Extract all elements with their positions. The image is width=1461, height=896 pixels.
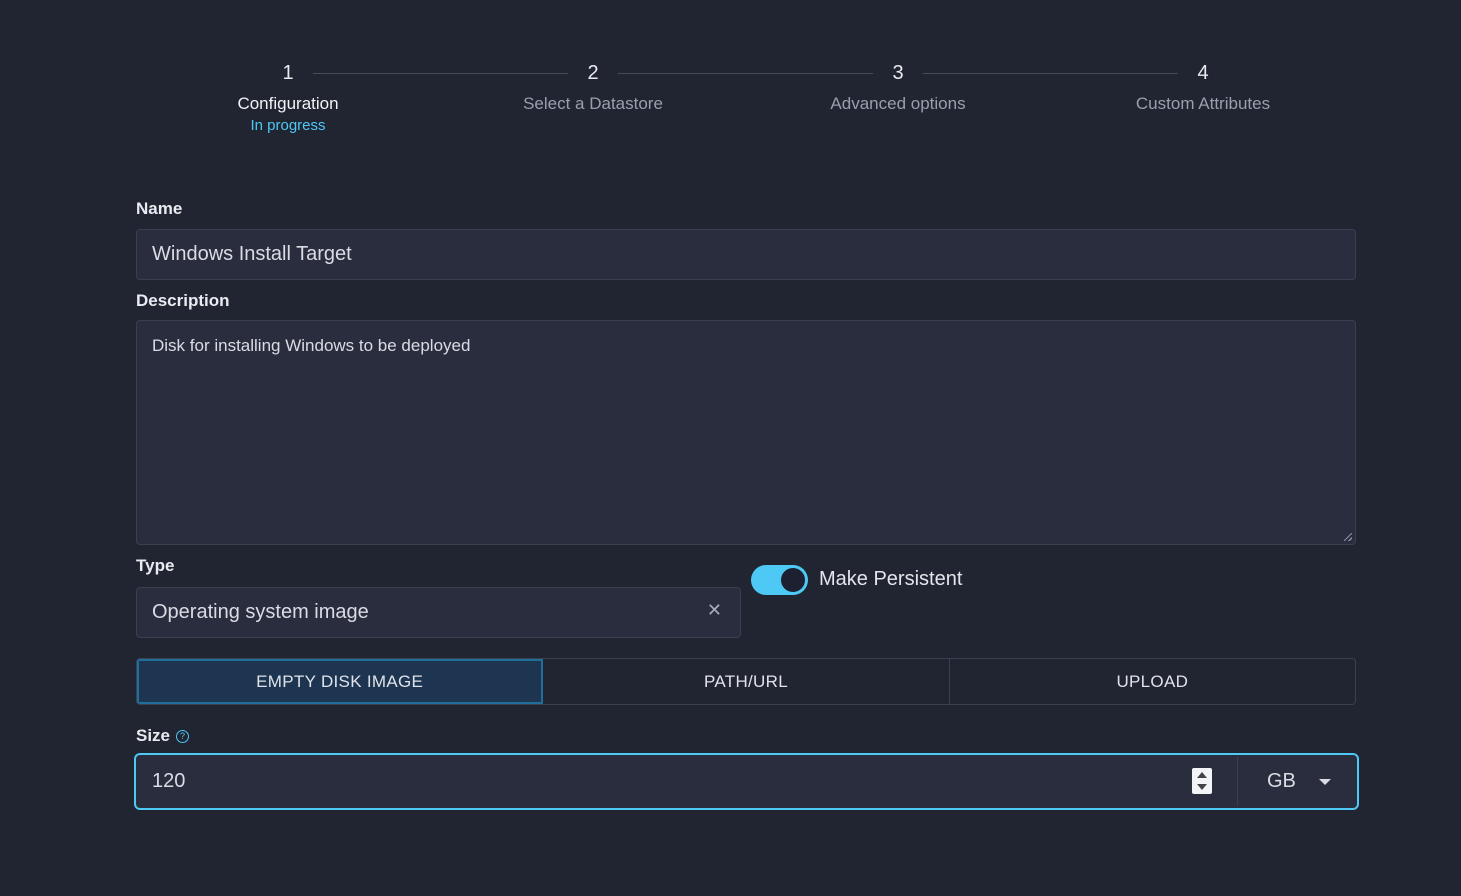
step-custom-attributes[interactable]: 4 Custom Attributes — [1093, 60, 1313, 116]
step-number: 3 — [892, 62, 904, 84]
step-number: 4 — [1197, 62, 1209, 84]
step-title: Configuration — [237, 94, 339, 113]
toggle-knob — [781, 568, 805, 592]
decrement-icon[interactable] — [1197, 784, 1207, 790]
path-url-button[interactable]: PATH/URL — [543, 659, 950, 704]
name-input[interactable]: Windows Install Target — [136, 229, 1356, 280]
description-textarea[interactable]: Disk for installing Windows to be deploy… — [136, 320, 1356, 545]
name-input-value: Windows Install Target — [152, 243, 352, 265]
chevron-down-icon[interactable] — [1319, 779, 1331, 785]
size-unit-select[interactable]: GB — [1267, 770, 1296, 793]
make-persistent-label: Make Persistent — [819, 568, 963, 590]
increment-icon[interactable] — [1197, 772, 1207, 778]
step-status: In progress — [250, 117, 326, 134]
description-label: Description — [136, 291, 230, 310]
size-label: Size — [136, 726, 171, 745]
type-label: Type — [136, 556, 175, 575]
help-icon[interactable]: ? — [176, 730, 189, 743]
size-input[interactable]: 120 GB — [134, 753, 1359, 810]
type-select-value: Operating system image — [152, 601, 369, 623]
step-title: Advanced options — [830, 94, 966, 113]
description-value: Disk for installing Windows to be deploy… — [152, 336, 471, 355]
spinner-icon[interactable] — [1192, 768, 1212, 794]
disk-source-selector: EMPTY DISK IMAGE PATH/URL UPLOAD — [136, 658, 1356, 705]
make-persistent-toggle[interactable] — [751, 565, 808, 595]
step-title: Custom Attributes — [1135, 94, 1271, 113]
step-advanced-options[interactable]: 3 Advanced options — [788, 60, 1008, 116]
empty-disk-image-button[interactable]: EMPTY DISK IMAGE — [137, 659, 544, 704]
resize-grip-icon[interactable] — [1344, 533, 1352, 541]
step-configuration[interactable]: 1 Configuration In progress — [178, 60, 398, 136]
step-number: 1 — [282, 62, 294, 84]
size-value: 120 — [152, 770, 186, 792]
clear-icon[interactable]: ✕ — [707, 600, 722, 621]
step-select-datastore[interactable]: 2 Select a Datastore — [483, 60, 703, 116]
step-number: 2 — [587, 62, 599, 84]
type-select[interactable]: Operating system image ✕ — [136, 587, 741, 638]
step-title: Select a Datastore — [523, 94, 663, 113]
wizard-stepper: 1 Configuration In progress 2 Select a D… — [0, 0, 1461, 150]
name-label: Name — [136, 199, 183, 218]
unit-divider — [1237, 757, 1238, 806]
upload-button[interactable]: UPLOAD — [950, 659, 1355, 704]
